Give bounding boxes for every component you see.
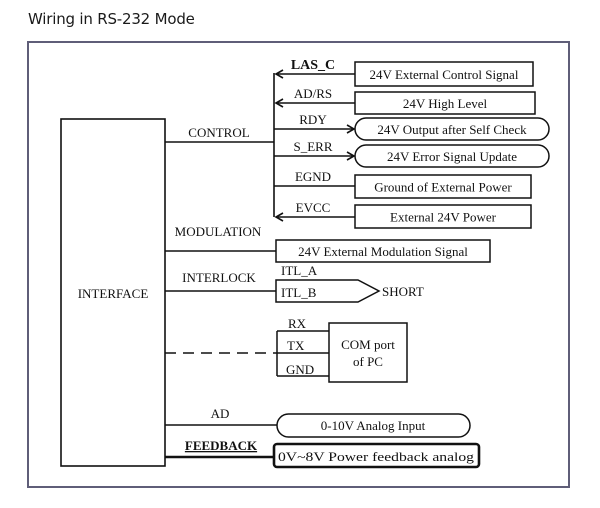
control-signal-row: EVCC External 24V Power — [274, 200, 532, 229]
com-pin-rx: RX — [288, 316, 307, 331]
com-pin-gnd: GND — [286, 362, 314, 377]
control-signal-description: 24V External Control Signal — [370, 67, 519, 82]
feedback-group-label: FEEDBACK — [185, 438, 258, 453]
analog-input-label: 0-10V Analog Input — [321, 418, 426, 433]
com-port-box — [328, 322, 408, 383]
control-signal-row: S_ERR 24V Error Signal Update — [274, 139, 550, 168]
interface-label: INTERFACE — [78, 286, 149, 301]
control-signal-row: RDY 24V Output after Self Check — [274, 112, 550, 141]
control-signal-pin-label: AD/RS — [294, 86, 332, 101]
control-signal-pin-label: EGND — [295, 169, 331, 184]
modulation-box-label: 24V External Modulation Signal — [298, 244, 468, 259]
control-signal-rows: LAS_C 24V External Control Signal AD/RS 24V… — [274, 58, 550, 229]
control-signal-pin-label: LAS_C — [291, 58, 335, 73]
com-port-label-line1: COM port — [341, 337, 395, 352]
interlock-pin-b: ITL_B — [281, 285, 317, 300]
wiring-diagram: INTERFACE CONTROL LAS_C 24V External Cont… — [60, 58, 550, 469]
com-pin-tx: TX — [287, 338, 305, 353]
feedback-box-label: 0V~8V Power feedback analog — [278, 449, 475, 464]
interlock-group-label: INTERLOCK — [182, 270, 256, 285]
control-signal-pin-label: EVCC — [296, 200, 331, 215]
modulation-group-label: MODULATION — [175, 224, 262, 239]
interlock-short-label: SHORT — [382, 284, 424, 299]
control-signal-row: LAS_C 24V External Control Signal — [274, 58, 534, 87]
control-signal-description: 24V High Level — [403, 96, 488, 111]
control-signal-description: Ground of External Power — [374, 180, 512, 195]
control-signal-row: EGND Ground of External Power — [274, 169, 532, 199]
control-label: CONTROL — [188, 125, 249, 140]
control-signal-pin-label: RDY — [299, 112, 327, 127]
control-signal-description: 24V Output after Self Check — [377, 122, 527, 137]
control-signal-description: 24V Error Signal Update — [387, 149, 517, 164]
com-port-label-line2: of PC — [353, 354, 383, 369]
control-signal-row: AD/RS 24V High Level — [274, 86, 536, 115]
control-signal-description: External 24V Power — [390, 210, 497, 225]
ad-group-label: AD — [211, 406, 230, 421]
control-signal-pin-label: S_ERR — [293, 139, 332, 154]
interlock-pin-a: ITL_A — [281, 263, 318, 278]
